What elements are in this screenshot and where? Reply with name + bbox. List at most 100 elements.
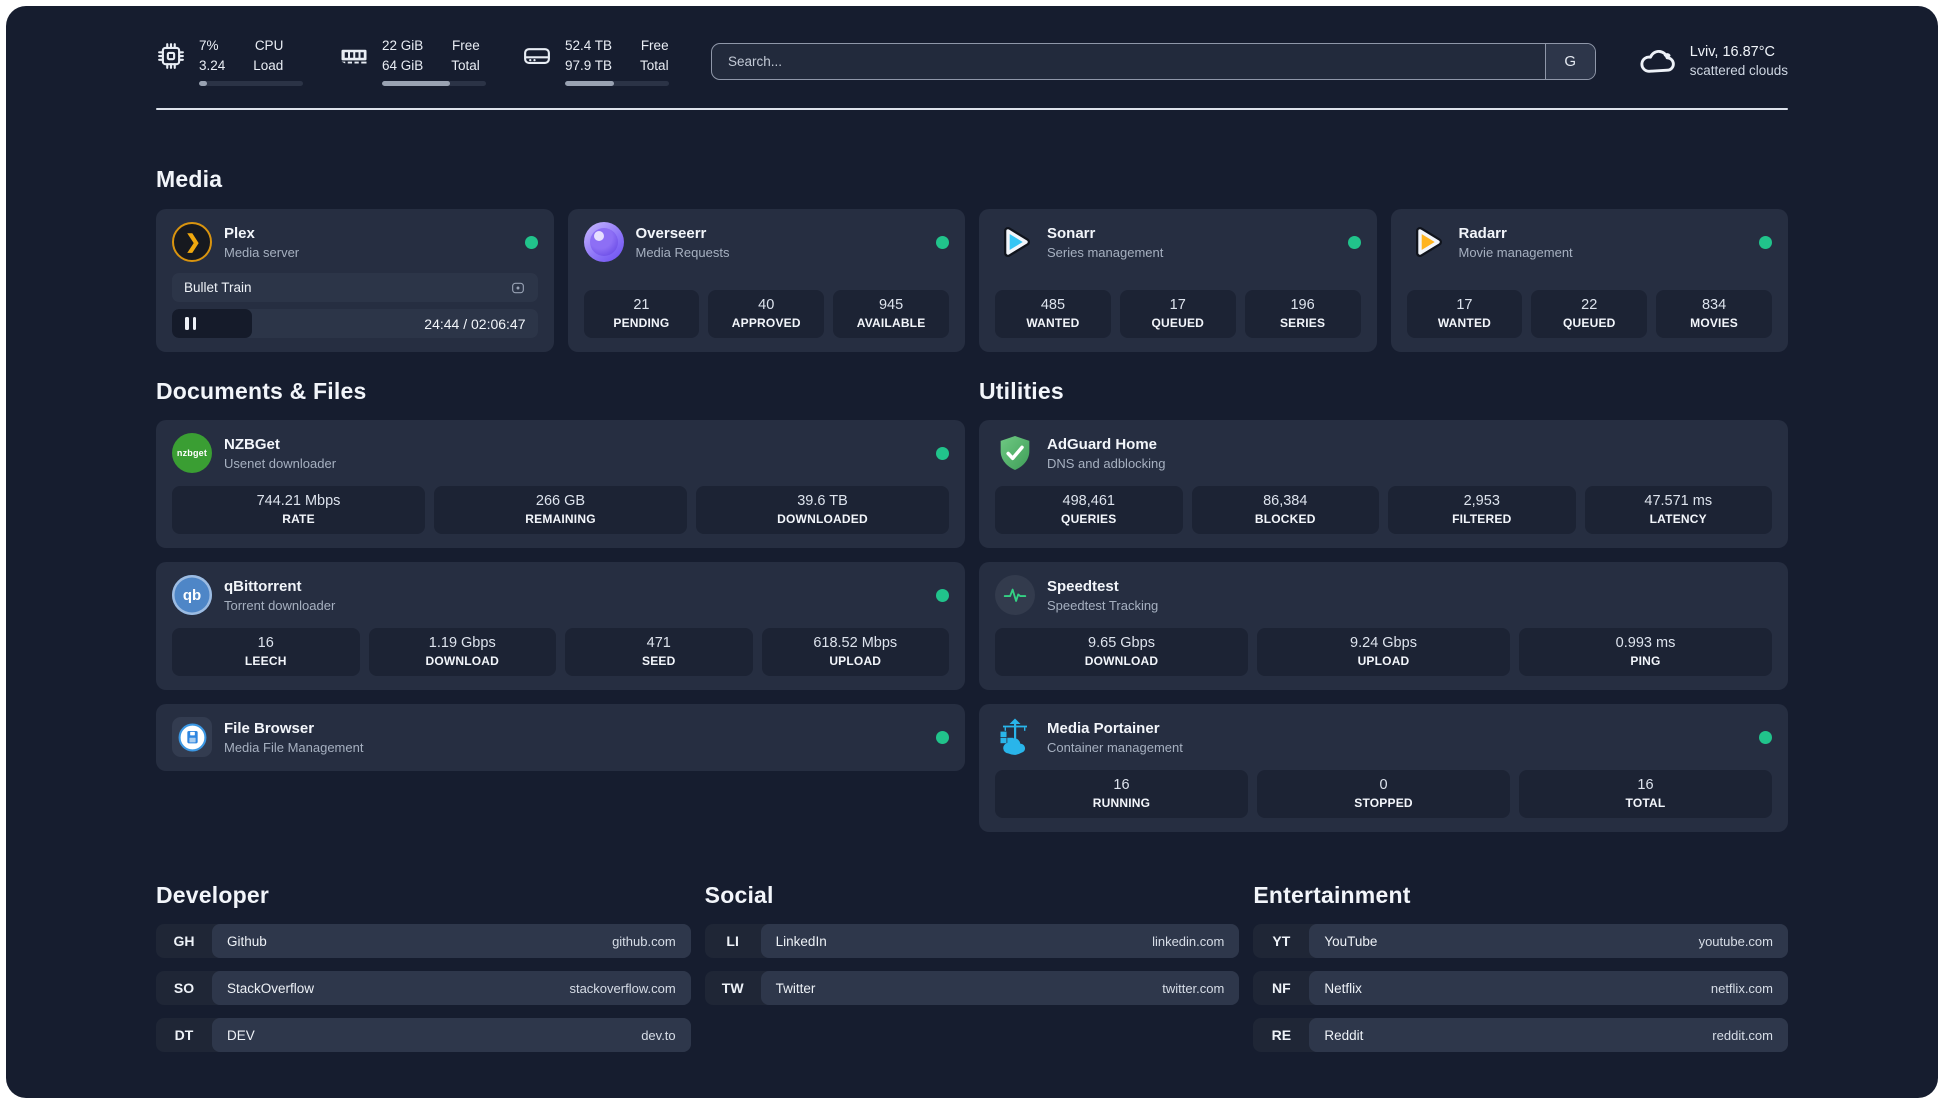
stat-box: 22 QUEUED (1531, 290, 1648, 339)
stat-box: 16 TOTAL (1519, 770, 1772, 819)
app-title: Speedtest (1047, 577, 1119, 595)
now-playing-title: Bullet Train (184, 280, 252, 296)
ram-free-label: Free (452, 38, 480, 53)
stat-box: 266 GB REMAINING (434, 486, 687, 535)
stat-box: 1.19 Gbps DOWNLOAD (368, 628, 556, 677)
link-url: youtube.com (1698, 933, 1773, 949)
stat-box: 21 PENDING (583, 290, 700, 339)
link-linkedin[interactable]: LI LinkedIn linkedin.com (704, 924, 1240, 959)
cpu-load-value: 3.24 (199, 57, 226, 73)
card-filebrowser[interactable]: File Browser Media File Management (156, 704, 965, 772)
card-qbittorrent[interactable]: qb qBittorrent Torrent downloader 16 LEEC… (156, 562, 965, 691)
cast-icon (511, 282, 524, 293)
weather-widget: Lviv, 16.87°C scattered clouds (1638, 42, 1788, 81)
status-dot (936, 730, 949, 744)
link-name: DEV (227, 1027, 255, 1043)
link-twitter[interactable]: TW Twitter twitter.com (704, 971, 1240, 1006)
app-title: Media Portainer (1047, 719, 1160, 737)
weather-condition: scattered clouds (1689, 63, 1788, 79)
link-name: Netflix (1324, 980, 1362, 996)
card-adguard[interactable]: AdGuard Home DNS and adblocking 498,461 Q… (979, 420, 1788, 549)
link-dev[interactable]: DT DEV dev.to (156, 1018, 691, 1053)
status-dot (936, 588, 949, 602)
link-abbr: YT (1272, 933, 1291, 950)
link-url: dev.to (641, 1027, 676, 1043)
disk-total-value: 97.9 TB (565, 57, 613, 73)
stat-box: 9.65 Gbps DOWNLOAD (995, 628, 1248, 677)
app-title: File Browser (224, 719, 315, 737)
app-description: Speedtest Tracking (1047, 597, 1159, 613)
card-overseerr[interactable]: Overseerr Media Requests 21 PENDING 40 APP… (567, 209, 965, 353)
system-stats: 7% 3.24 CPU Load 22 GiB 64 GiB Free Tota… (156, 36, 669, 87)
card-portainer[interactable]: Media Portainer Container management 16 R… (979, 704, 1788, 833)
link-abbr: SO (173, 980, 195, 997)
link-reddit[interactable]: RE Reddit reddit.com (1253, 1018, 1788, 1053)
dashboard: 7% 3.24 CPU Load 22 GiB 64 GiB Free Tota… (6, 6, 1938, 1098)
app-title: Sonarr (1047, 224, 1096, 242)
section-title-documents: Documents & Files (156, 378, 367, 405)
search-engine-button[interactable]: G (1544, 43, 1595, 79)
status-dot (936, 235, 949, 249)
search-bar: G (711, 42, 1596, 80)
app-description: DNS and adblocking (1047, 455, 1166, 471)
stat-box: 17 WANTED (1406, 290, 1523, 339)
link-github[interactable]: GH Github github.com (156, 924, 691, 959)
card-radarr[interactable]: Radarr Movie management 17 WANTED 22 QUEUE… (1390, 209, 1788, 353)
section-title-social: Social (704, 882, 774, 909)
app-description: Media Requests (635, 244, 730, 260)
link-abbr: LI (726, 933, 739, 950)
ram-progress-bar (382, 81, 486, 87)
now-playing-widget: Bullet Train 24:44 / 02:06:47 (172, 273, 538, 339)
stat-box: 471 SEED (565, 628, 753, 677)
stat-box: 196 SERIES (1244, 290, 1361, 339)
link-youtube[interactable]: YT YouTube youtube.com (1253, 924, 1788, 959)
card-nzbget[interactable]: nzbget NZBGet Usenet downloader 744.21 M… (156, 420, 965, 549)
link-url: stackoverflow.com (569, 980, 676, 996)
cpu-usage-value: 7% (199, 38, 219, 53)
filebrowser-icon (172, 717, 212, 758)
ram-total-value: 64 GiB (382, 57, 424, 73)
cpu-progress-bar (199, 81, 303, 87)
app-description: Media server (224, 244, 300, 260)
app-title: Radarr (1458, 224, 1507, 242)
portainer-icon (1000, 718, 1027, 755)
search-input[interactable] (712, 43, 1545, 79)
disk-icon (524, 47, 550, 64)
disk-total-label: Total (640, 57, 669, 73)
ram-icon (341, 49, 367, 64)
disk-stat: 52.4 TB 97.9 TB Free Total (522, 36, 669, 87)
card-sonarr[interactable]: Sonarr Series management 485 WANTED 17 QUE… (979, 209, 1377, 353)
cpu-icon (158, 42, 184, 69)
link-stackoverflow[interactable]: SO StackOverflow stackoverflow.com (156, 971, 691, 1006)
app-description: Torrent downloader (224, 597, 336, 613)
nzbget-icon: nzbget (172, 433, 212, 474)
card-speedtest[interactable]: Speedtest Speedtest Tracking 9.65 Gbps DO… (979, 562, 1788, 691)
link-name: Github (227, 933, 267, 949)
link-url: github.com (612, 933, 676, 949)
app-description: Container management (1047, 739, 1183, 755)
app-description: Series management (1047, 244, 1164, 260)
stat-box: 16 LEECH (172, 628, 360, 677)
app-description: Movie management (1458, 244, 1573, 260)
link-abbr: RE (1271, 1027, 1292, 1044)
stat-box: 498,461 QUERIES (995, 486, 1183, 535)
card-plex[interactable]: ❯ Plex Media server Bullet Train 24:44 /… (156, 209, 554, 353)
app-title: Plex (224, 224, 255, 242)
app-title: AdGuard Home (1047, 435, 1158, 453)
stat-box: 945 AVAILABLE (833, 290, 949, 339)
stat-box: 47.571 ms LATENCY (1584, 486, 1772, 535)
app-title: Overseerr (635, 224, 707, 242)
link-name: LinkedIn (775, 933, 827, 949)
stat-box: 0 STOPPED (1257, 770, 1510, 819)
status-dot (1347, 235, 1361, 249)
link-abbr: DT (174, 1027, 194, 1044)
link-netflix[interactable]: NF Netflix netflix.com (1253, 971, 1788, 1006)
link-name: Twitter (775, 980, 816, 996)
app-title: NZBGet (224, 435, 280, 453)
memory-stat: 22 GiB 64 GiB Free Total (339, 36, 486, 87)
radarr-icon (1415, 227, 1442, 258)
stat-box: 2,953 FILTERED (1388, 486, 1576, 535)
qbittorrent-icon: qb (172, 575, 212, 616)
section-title-utilities: Utilities (979, 378, 1064, 405)
top-bar: 7% 3.24 CPU Load 22 GiB 64 GiB Free Tota… (156, 6, 1788, 87)
